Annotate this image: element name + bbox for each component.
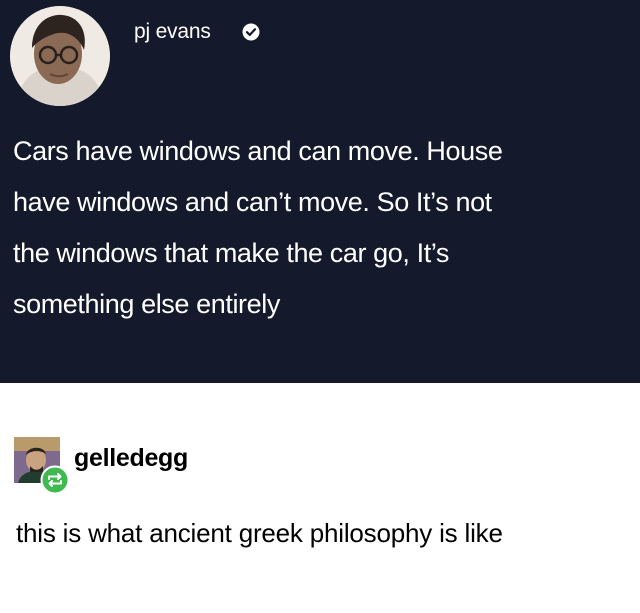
post-screenshot: pj evans Cars have windows and can move.… xyxy=(0,0,640,613)
tweet-text-line: Cars have windows and can move. House xyxy=(13,136,503,166)
reblog-username[interactable]: gelledegg xyxy=(74,441,188,475)
tweet-text: Cars have windows and can move. House ha… xyxy=(13,126,635,330)
reblog-comment: this is what ancient greek philosophy is… xyxy=(16,518,503,548)
tweet-text-line: have windows and can’t move. So It’s not xyxy=(13,187,492,217)
tweet-text-line: the windows that make the car go, It’s xyxy=(13,238,450,268)
tweet-text-line: something else entirely xyxy=(13,289,280,319)
avatar-photo-icon xyxy=(10,6,110,106)
pj-evans-avatar[interactable] xyxy=(10,6,110,106)
reblog-icon xyxy=(40,465,70,495)
tweet-username[interactable]: pj evans xyxy=(134,18,211,46)
tweet-card: pj evans Cars have windows and can move.… xyxy=(0,0,640,383)
tweet-header: pj evans xyxy=(10,6,610,106)
verified-check-icon xyxy=(242,23,260,41)
reblog-section: gelledegg this is what ancient greek phi… xyxy=(0,383,640,613)
